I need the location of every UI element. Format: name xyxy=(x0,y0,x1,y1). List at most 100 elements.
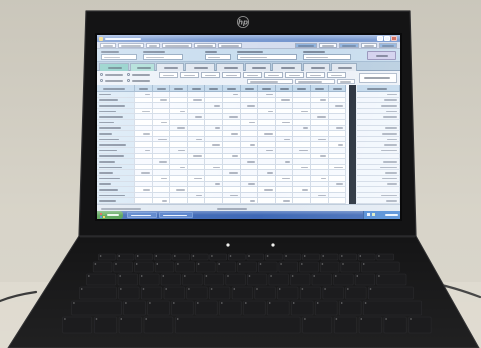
toolbar-button xyxy=(218,43,242,48)
keyboard-key xyxy=(118,286,140,300)
key-legend xyxy=(347,288,349,290)
key-legend xyxy=(120,318,122,320)
toolbar-button-label xyxy=(221,45,239,47)
keyboard-key xyxy=(367,286,414,300)
row-label-text xyxy=(99,183,111,185)
row-label-text xyxy=(99,166,122,169)
action-button xyxy=(222,72,241,78)
key-legend xyxy=(137,255,139,257)
summary-header-cell xyxy=(357,85,400,92)
key-legend xyxy=(233,288,235,290)
key-legend xyxy=(322,255,324,257)
key-legend xyxy=(378,255,380,257)
radio-button xyxy=(127,73,130,76)
cell-value xyxy=(247,160,256,163)
keyboard-key xyxy=(160,273,182,286)
toolbar-button xyxy=(319,43,337,48)
row-label-text xyxy=(99,160,115,163)
key-legend xyxy=(94,263,97,265)
key-legend xyxy=(342,263,344,265)
keyboard-key xyxy=(243,300,266,316)
keyboard-key xyxy=(118,316,142,334)
cell-value xyxy=(142,188,150,191)
status-led xyxy=(271,243,275,247)
key-legend xyxy=(266,255,269,257)
action-button-label xyxy=(163,74,174,76)
action-button-label xyxy=(205,74,216,76)
tab xyxy=(156,63,184,71)
keyboard-key xyxy=(209,286,231,300)
toolbar-button-label xyxy=(121,45,141,47)
key-legend xyxy=(142,288,145,290)
cell-value xyxy=(230,132,238,135)
keyboard-key xyxy=(94,316,117,334)
toolbar-button xyxy=(361,43,377,48)
flag-quadrant xyxy=(102,215,105,218)
key-legend xyxy=(115,263,117,265)
cell-value xyxy=(298,149,308,152)
row-label-text xyxy=(99,172,113,174)
app-icon xyxy=(99,36,103,41)
keyboard-key xyxy=(86,273,117,286)
options-bar xyxy=(97,71,400,85)
keyboard-key xyxy=(143,316,174,334)
tab-label xyxy=(224,66,238,69)
grid-header-row xyxy=(97,85,349,92)
key-legend xyxy=(218,263,220,265)
toolbar-button xyxy=(295,43,317,48)
toolbar-button xyxy=(100,43,116,48)
summary-value xyxy=(386,200,397,202)
cell-value xyxy=(320,177,326,180)
grid-header-label xyxy=(139,87,148,90)
keyboard-key xyxy=(172,253,190,261)
summary-value xyxy=(383,116,397,118)
key-legend xyxy=(245,302,247,304)
tab-label xyxy=(338,66,352,69)
summary-value xyxy=(387,183,397,185)
keyboard-key xyxy=(219,300,242,316)
toolbar-button-label xyxy=(364,45,374,47)
key-legend xyxy=(120,288,122,290)
cell-value xyxy=(196,194,203,197)
register-button-label xyxy=(376,55,388,57)
key-legend xyxy=(197,263,200,265)
grid-header-label xyxy=(297,87,307,90)
row-label-text xyxy=(99,110,116,113)
keyboard-key xyxy=(163,286,185,300)
input-value xyxy=(306,56,328,58)
keyboard-key xyxy=(354,273,376,286)
keyboard-key xyxy=(339,300,362,316)
summary-value xyxy=(381,149,397,152)
toolbar-button-label xyxy=(165,45,189,47)
action-button-label xyxy=(289,74,300,76)
key-legend xyxy=(192,255,195,257)
cell-value xyxy=(179,110,185,113)
key-legend xyxy=(119,275,121,277)
cell-value xyxy=(158,138,168,141)
grid-header-cell xyxy=(187,85,206,92)
cell-value xyxy=(194,177,203,180)
cell-value xyxy=(266,172,273,174)
keyboard-key xyxy=(116,253,135,261)
tab-label xyxy=(281,66,295,69)
keyboard-key xyxy=(171,300,194,316)
key-legend xyxy=(301,263,303,265)
cell-value xyxy=(142,132,150,135)
key-legend xyxy=(210,288,213,290)
cell-value xyxy=(144,149,150,152)
cell-value xyxy=(281,99,291,101)
action-button xyxy=(264,72,283,78)
toolbar-button-label xyxy=(149,45,157,47)
key-legend xyxy=(88,275,90,277)
summary-value xyxy=(382,132,397,135)
grid-header-cell xyxy=(293,85,311,92)
keyboard-key xyxy=(182,273,203,286)
maximize-icon xyxy=(384,36,390,41)
toolbar-button xyxy=(162,43,192,48)
key-legend xyxy=(239,263,241,265)
key-legend xyxy=(341,302,343,304)
action-button xyxy=(159,72,178,78)
cell-value xyxy=(334,166,344,169)
cell-value xyxy=(141,110,150,113)
radio-label xyxy=(132,79,150,82)
